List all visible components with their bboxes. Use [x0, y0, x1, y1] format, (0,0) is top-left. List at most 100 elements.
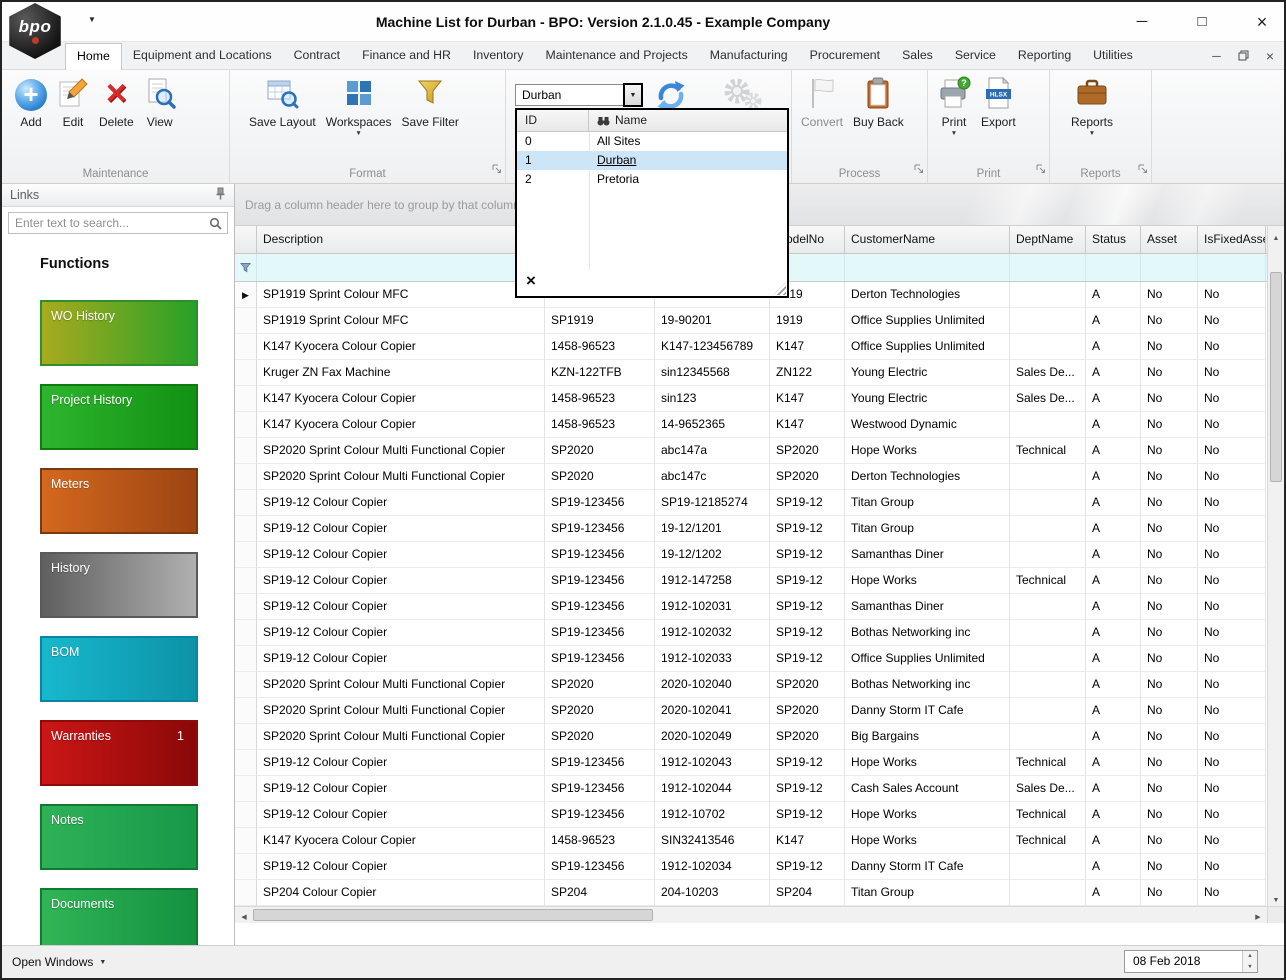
table-row[interactable]: K147 Kyocera Colour Copier 1458-96523 sin1… — [235, 386, 1267, 412]
table-row[interactable]: SP19-12 Colour Copier SP19-123456 19-12/12… — [235, 516, 1267, 542]
print-dialog-launcher-icon[interactable] — [1036, 161, 1046, 179]
date-editor[interactable]: 08 Feb 2018 — [1124, 950, 1258, 973]
function-button-meters[interactable]: Meters — [40, 468, 198, 534]
tab-manufacturing[interactable]: Manufacturing — [699, 43, 799, 70]
tab-finance-and-hr[interactable]: Finance and HR — [351, 43, 462, 70]
function-button-wo-history[interactable]: WO History — [40, 300, 198, 366]
table-row[interactable]: SP19-12 Colour Copier SP19-123456 1912-102… — [235, 776, 1267, 802]
spin-up-icon[interactable] — [1243, 951, 1257, 962]
table-row[interactable]: SP19-12 Colour Copier SP19-123456 1912-102… — [235, 854, 1267, 880]
function-button-documents[interactable]: Documents — [40, 888, 198, 945]
search-input[interactable] — [8, 212, 228, 234]
export-button[interactable]: HLSX Export — [976, 72, 1021, 139]
table-row[interactable]: SP1919 Sprint Colour MFC SP1919 19-90201 19… — [235, 308, 1267, 334]
filter-cell[interactable] — [1141, 254, 1198, 281]
save-filter-button[interactable]: Save Filter — [397, 72, 464, 139]
column-header-description[interactable]: Description — [257, 226, 545, 253]
filter-cell[interactable] — [845, 254, 1010, 281]
edit-button[interactable]: Edit — [52, 72, 94, 131]
table-row[interactable]: K147 Kyocera Colour Copier 1458-96523 SIN3… — [235, 828, 1267, 854]
tab-procurement[interactable]: Procurement — [799, 43, 891, 70]
reports-button[interactable]: Reports — [1066, 72, 1118, 139]
maximize-button[interactable]: □ — [1192, 13, 1212, 31]
table-row[interactable]: SP19-12 Colour Copier SP19-123456 1912-102… — [235, 750, 1267, 776]
site-option-durban[interactable]: 1 Durban — [517, 151, 787, 170]
delete-button[interactable]: Delete — [94, 72, 139, 131]
function-button-warranties[interactable]: Warranties 1 — [40, 720, 198, 786]
tab-inventory[interactable]: Inventory — [462, 43, 535, 70]
clear-filter-icon[interactable] — [526, 273, 536, 291]
column-header-isfixedasset[interactable]: IsFixedAsset — [1198, 226, 1266, 253]
quick-access-caret-icon[interactable]: ▼ — [88, 15, 96, 24]
tab-utilities[interactable]: Utilities — [1082, 43, 1144, 70]
resize-grip[interactable] — [773, 282, 786, 295]
format-dialog-launcher-icon[interactable] — [492, 161, 502, 179]
column-header-customername[interactable]: CustomerName — [845, 226, 1010, 253]
open-windows-button[interactable]: Open Windows — [12, 946, 106, 978]
function-button-notes[interactable]: Notes — [40, 804, 198, 870]
table-row[interactable]: SP2020 Sprint Colour Multi Functional Co… — [235, 672, 1267, 698]
ribbon-restore-button[interactable] — [1238, 50, 1249, 63]
table-row[interactable]: K147 Kyocera Colour Copier 1458-96523 K147… — [235, 334, 1267, 360]
site-combo[interactable]: Durban — [515, 83, 643, 107]
table-row[interactable]: SP19-12 Colour Copier SP19-123456 19-12/12… — [235, 542, 1267, 568]
filter-cell[interactable] — [1010, 254, 1086, 281]
column-header-status[interactable]: Status — [1086, 226, 1141, 253]
reports-dialog-launcher-icon[interactable] — [1138, 161, 1148, 179]
filter-cell[interactable] — [1198, 254, 1266, 281]
table-row[interactable]: SP19-12 Colour Copier SP19-123456 SP19-121… — [235, 490, 1267, 516]
table-row[interactable]: SP2020 Sprint Colour Multi Functional Co… — [235, 438, 1267, 464]
horizontal-scrollbar[interactable] — [235, 906, 1267, 923]
function-button-project-history[interactable]: Project History — [40, 384, 198, 450]
ribbon-close-button[interactable]: × — [1266, 49, 1274, 63]
site-option-all-sites[interactable]: 0 All Sites — [517, 132, 787, 151]
table-row[interactable]: K147 Kyocera Colour Copier 1458-96523 14-9… — [235, 412, 1267, 438]
tab-reporting[interactable]: Reporting — [1007, 43, 1082, 70]
filter-cell[interactable] — [257, 254, 545, 281]
site-dropdown-name-header[interactable]: Name — [589, 110, 787, 131]
tab-home[interactable]: Home — [65, 43, 122, 70]
site-dropdown-id-header[interactable]: ID — [517, 110, 589, 131]
function-button-bom[interactable]: BOM — [40, 636, 198, 702]
table-row[interactable]: SP19-12 Colour Copier SP19-123456 1912-102… — [235, 594, 1267, 620]
tab-maintenance-and-projects[interactable]: Maintenance and Projects — [535, 43, 699, 70]
table-row[interactable]: SP204 Colour Copier SP204 204-10203 SP204 Ti… — [235, 880, 1267, 906]
table-row[interactable]: SP2020 Sprint Colour Multi Functional Co… — [235, 464, 1267, 490]
vertical-scrollbar-thumb[interactable] — [1270, 272, 1282, 482]
buy-back-button[interactable]: Buy Back — [848, 72, 909, 131]
table-row[interactable]: SP2020 Sprint Colour Multi Functional Co… — [235, 724, 1267, 750]
scroll-right-arrow-icon[interactable] — [1250, 907, 1266, 923]
print-button[interactable]: ? Print — [932, 72, 976, 139]
convert-button[interactable]: Convert — [796, 72, 848, 131]
process-dialog-launcher-icon[interactable] — [914, 161, 924, 179]
site-option-pretoria[interactable]: 2 Pretoria — [517, 170, 787, 189]
table-row[interactable]: SP19-12 Colour Copier SP19-123456 1912-102… — [235, 620, 1267, 646]
view-button[interactable]: View — [139, 72, 181, 131]
table-row[interactable]: SP19-12 Colour Copier SP19-123456 1912-147… — [235, 568, 1267, 594]
tab-service[interactable]: Service — [944, 43, 1007, 70]
workspaces-button[interactable]: Workspaces — [321, 72, 397, 139]
site-combo-dropdown-button[interactable] — [623, 83, 643, 107]
tab-equipment-and-locations[interactable]: Equipment and Locations — [122, 43, 283, 70]
column-header-asset[interactable]: Asset — [1141, 226, 1198, 253]
close-button[interactable]: × — [1252, 13, 1272, 31]
table-row[interactable]: SP2020 Sprint Colour Multi Functional Co… — [235, 698, 1267, 724]
table-row[interactable]: SP19-12 Colour Copier SP19-123456 1912-102… — [235, 646, 1267, 672]
scroll-up-arrow-icon[interactable] — [1268, 227, 1284, 243]
tab-sales[interactable]: Sales — [891, 43, 944, 70]
function-button-history[interactable]: History — [40, 552, 198, 618]
scroll-down-arrow-icon[interactable] — [1268, 889, 1284, 905]
scroll-left-arrow-icon[interactable] — [236, 907, 252, 923]
settings-button[interactable] — [720, 74, 764, 112]
pin-icon[interactable] — [215, 187, 226, 203]
add-button[interactable]: Add — [10, 72, 52, 131]
ribbon-minimize-button[interactable]: ─ — [1212, 50, 1221, 62]
table-row[interactable]: SP19-12 Colour Copier SP19-123456 1912-107… — [235, 802, 1267, 828]
horizontal-scrollbar-thumb[interactable] — [253, 909, 653, 921]
vertical-scrollbar[interactable] — [1267, 226, 1284, 906]
tab-contract[interactable]: Contract — [283, 43, 351, 70]
filter-cell[interactable] — [1086, 254, 1141, 281]
save-layout-button[interactable]: Save Layout — [244, 72, 321, 139]
column-header-deptname[interactable]: DeptName — [1010, 226, 1086, 253]
spin-down-icon[interactable] — [1243, 962, 1257, 973]
